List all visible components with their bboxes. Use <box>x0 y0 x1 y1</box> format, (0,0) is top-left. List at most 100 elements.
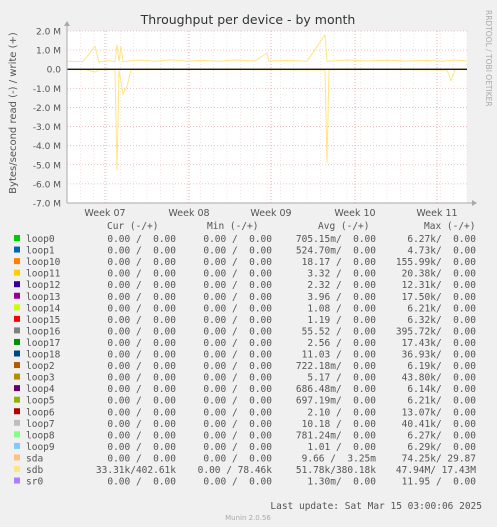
legend-avg: 686.48m/ 0.00 <box>296 384 376 395</box>
legend-row: loop11 0.00 / 0.00 0.00 / 0.00 3.32 / 0.00 2… <box>14 269 476 280</box>
legend-avg: 55.52 / 0.00 <box>302 326 377 337</box>
legend-min: 0.00 / 0.00 <box>203 430 272 441</box>
legend-max: 43.80k/ 0.00 <box>402 373 477 384</box>
legend-name: loop14 <box>26 303 61 314</box>
legend-cur: 0.00 / 0.00 <box>107 477 176 488</box>
legend-cur: 0.00 / 0.00 <box>107 246 176 257</box>
legend-min: 0.00 / 0.00 <box>203 419 272 430</box>
legend-swatch <box>14 431 20 438</box>
legend-name: loop3 <box>26 373 55 384</box>
legend-min: 0.00 / 0.00 <box>203 338 272 349</box>
plot-area <box>67 31 467 203</box>
legend-name: loop12 <box>26 280 60 291</box>
legend-row: loop4 0.00 / 0.00 0.00 / 0.00 686.48m/ 0.00… <box>14 384 476 395</box>
legend-swatch <box>14 454 20 461</box>
legend-avg: 18.17 / 0.00 <box>302 257 377 268</box>
chart-title: Throughput per device - by month <box>140 12 356 27</box>
legend-min: 0.00 / 0.00 <box>203 246 272 257</box>
legend-row: loop14 0.00 / 0.00 0.00 / 0.00 1.08 / 0.00 6… <box>14 303 476 314</box>
legend-name: loop9 <box>26 442 55 453</box>
legend-max: 6.14k/ 0.00 <box>407 384 476 395</box>
legend-row: loop12 0.00 / 0.00 0.00 / 0.00 2.32 / 0.00 1… <box>14 280 476 291</box>
legend-min: 0.00 / 0.00 <box>203 280 272 291</box>
legend-cur: 0.00 / 0.00 <box>107 361 176 372</box>
legend-row: loop7 0.00 / 0.00 0.00 / 0.00 10.18 / 0.00 4… <box>14 419 476 430</box>
legend-name: loop13 <box>26 292 60 303</box>
legend-cur: 0.00 / 0.00 <box>107 326 176 337</box>
y-tick-label: -4.0 M <box>33 142 61 152</box>
legend-swatch <box>14 385 20 392</box>
legend-name: loop2 <box>26 361 55 372</box>
x-axis-arrow <box>472 200 477 206</box>
legend-header-max: Max (-/+) <box>424 221 475 232</box>
x-tick-label: Week 07 <box>84 208 125 219</box>
y-tick-label: -3.0 M <box>33 123 61 133</box>
y-tick-label: 0.0 <box>47 66 62 76</box>
legend-min: 0.00 / 0.00 <box>203 384 272 395</box>
legend-max: 6.19k/ 0.00 <box>407 361 476 372</box>
legend-name: loop6 <box>26 407 55 418</box>
legend-min: 0.00 / 0.00 <box>203 373 272 384</box>
legend-name: sda <box>26 453 43 464</box>
legend-min: 0.00 / 0.00 <box>203 442 272 453</box>
last-update: Last update: Sat Mar 15 03:00:06 2025 <box>270 501 482 512</box>
legend-header-min: Min (-/+) <box>207 221 258 232</box>
legend-max: 6.27k/ 0.00 <box>407 430 476 441</box>
legend-max: 155.99k/ 0.00 <box>396 257 476 268</box>
legend-avg: 781.24m/ 0.00 <box>296 430 376 441</box>
legend-max: 74.25k/ 29.87 <box>402 453 476 464</box>
legend-name: loop4 <box>26 384 55 395</box>
legend-cur: 0.00 / 0.00 <box>107 234 176 245</box>
legend-cur: 0.00 / 0.00 <box>107 338 176 349</box>
legend-row: loop10 0.00 / 0.00 0.00 / 0.00 18.17 / 0.00… <box>14 257 476 268</box>
legend-cur: 33.31k/402.61k <box>96 465 176 476</box>
y-tick-label: 1.0 M <box>36 47 61 57</box>
legend-max: 17.50k/ 0.00 <box>402 292 477 303</box>
legend-min: 0.00 / 0.00 <box>203 407 272 418</box>
legend-header: Cur (-/+) Min (-/+) Avg (-/+) Max (-/+) <box>107 221 475 232</box>
legend-avg: 2.56 / 0.00 <box>307 338 376 349</box>
legend-name: loop1 <box>26 246 55 257</box>
legend-max: 6.32k/ 0.00 <box>407 315 476 326</box>
legend-name: loop10 <box>26 257 61 268</box>
legend-cur: 0.00 / 0.00 <box>107 396 176 407</box>
y-tick-label: -6.0 M <box>33 180 61 190</box>
legend-swatch <box>14 235 20 241</box>
x-tick-label: Week 10 <box>334 208 375 219</box>
legend-swatch <box>14 281 20 288</box>
legend-name: loop15 <box>26 315 60 326</box>
legend-avg: 1.08 / 0.00 <box>307 303 376 314</box>
legend-cur: 0.00 / 0.00 <box>107 407 176 418</box>
legend-min: 0.00 / 0.00 <box>203 234 272 245</box>
y-tick-label: -7.0 M <box>33 200 61 210</box>
legend-cur: 0.00 / 0.00 <box>107 292 176 303</box>
legend-row: loop17 0.00 / 0.00 0.00 / 0.00 2.56 / 0.00 1… <box>14 338 476 349</box>
legend-swatch <box>14 292 20 299</box>
y-tick-label: 2.0 M <box>36 28 61 38</box>
y-tick-label: -2.0 M <box>33 104 61 114</box>
legend-swatch <box>14 442 20 449</box>
legend-min: 0.00 / 78.46k <box>198 465 273 476</box>
legend-max: 395.72k/ 0.00 <box>396 326 476 337</box>
legend-min: 0.00 / 0.00 <box>203 292 272 303</box>
legend-max: 20.38k/ 0.00 <box>402 269 477 280</box>
legend-max: 6.21k/ 0.00 <box>407 396 476 407</box>
legend-min: 0.00 / 0.00 <box>203 361 272 372</box>
legend-avg: 524.70m/ 0.00 <box>296 246 376 257</box>
legend-row: sdb 33.31k/402.61k 0.00 / 78.46k 51.78k/380… <box>14 465 476 476</box>
legend-avg: 1.19 / 0.00 <box>307 315 376 326</box>
legend-row: loop5 0.00 / 0.00 0.00 / 0.00 697.19m/ 0.00… <box>14 396 476 407</box>
legend-row: loop13 0.00 / 0.00 0.00 / 0.00 3.96 / 0.00 1… <box>14 292 476 303</box>
legend-row: loop16 0.00 / 0.00 0.00 / 0.00 55.52 / 0.00… <box>14 326 476 337</box>
legend-swatch <box>14 269 20 276</box>
legend-max: 6.29k/ 0.00 <box>407 442 476 453</box>
legend-max: 6.27k/ 0.00 <box>407 234 476 245</box>
legend-avg: 9.66 / 3.25m <box>302 453 377 464</box>
legend-avg: 2.32 / 0.00 <box>307 280 376 291</box>
legend-swatch <box>14 419 20 426</box>
legend-min: 0.00 / 0.00 <box>203 477 272 488</box>
legend-avg: 705.15m/ 0.00 <box>296 234 376 245</box>
legend-avg: 722.18m/ 0.00 <box>296 361 376 372</box>
legend-swatch <box>14 246 20 253</box>
legend-swatch <box>14 477 20 484</box>
